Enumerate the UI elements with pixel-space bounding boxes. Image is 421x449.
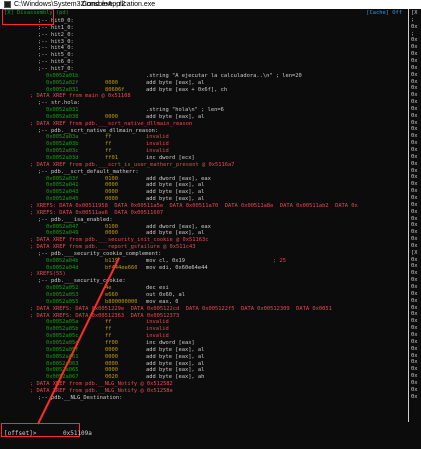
window-title-bar: C:\Windows\System32\cmd.exe - r2 Console… [0,0,421,9]
window-title: ConsoleApplication.exe [82,1,156,8]
panel-title-highlight-box [2,9,54,25]
instruction-bytes: bf444ee660 [105,264,138,271]
side-panel: [X; 0x; 0x 0x 0x 0x 0x 0x 0x 0x 0x 0x 0x 0x 0x 0x 0x 0x 0… [410,9,421,422]
terminal-icon [4,1,11,8]
disassembly-pane[interactable]: [X] Disassembly (pd) [Cache] Off ;-- hit… [0,9,409,422]
instruction-comment: ; 25 [273,257,286,264]
instruction-text: mov edi, 0x60e64e44 [146,264,208,271]
side-panel-line: 0x [411,393,418,400]
command-prompt[interactable]: [offset]> 0x51109a [0,422,421,449]
prompt-label: [offset]> [4,430,37,437]
cache-status[interactable]: [Cache] Off [366,10,402,17]
offset-input[interactable]: 0x51109a [63,430,92,437]
instruction-text: add byte [eax + 0x6f], ch [146,86,228,93]
